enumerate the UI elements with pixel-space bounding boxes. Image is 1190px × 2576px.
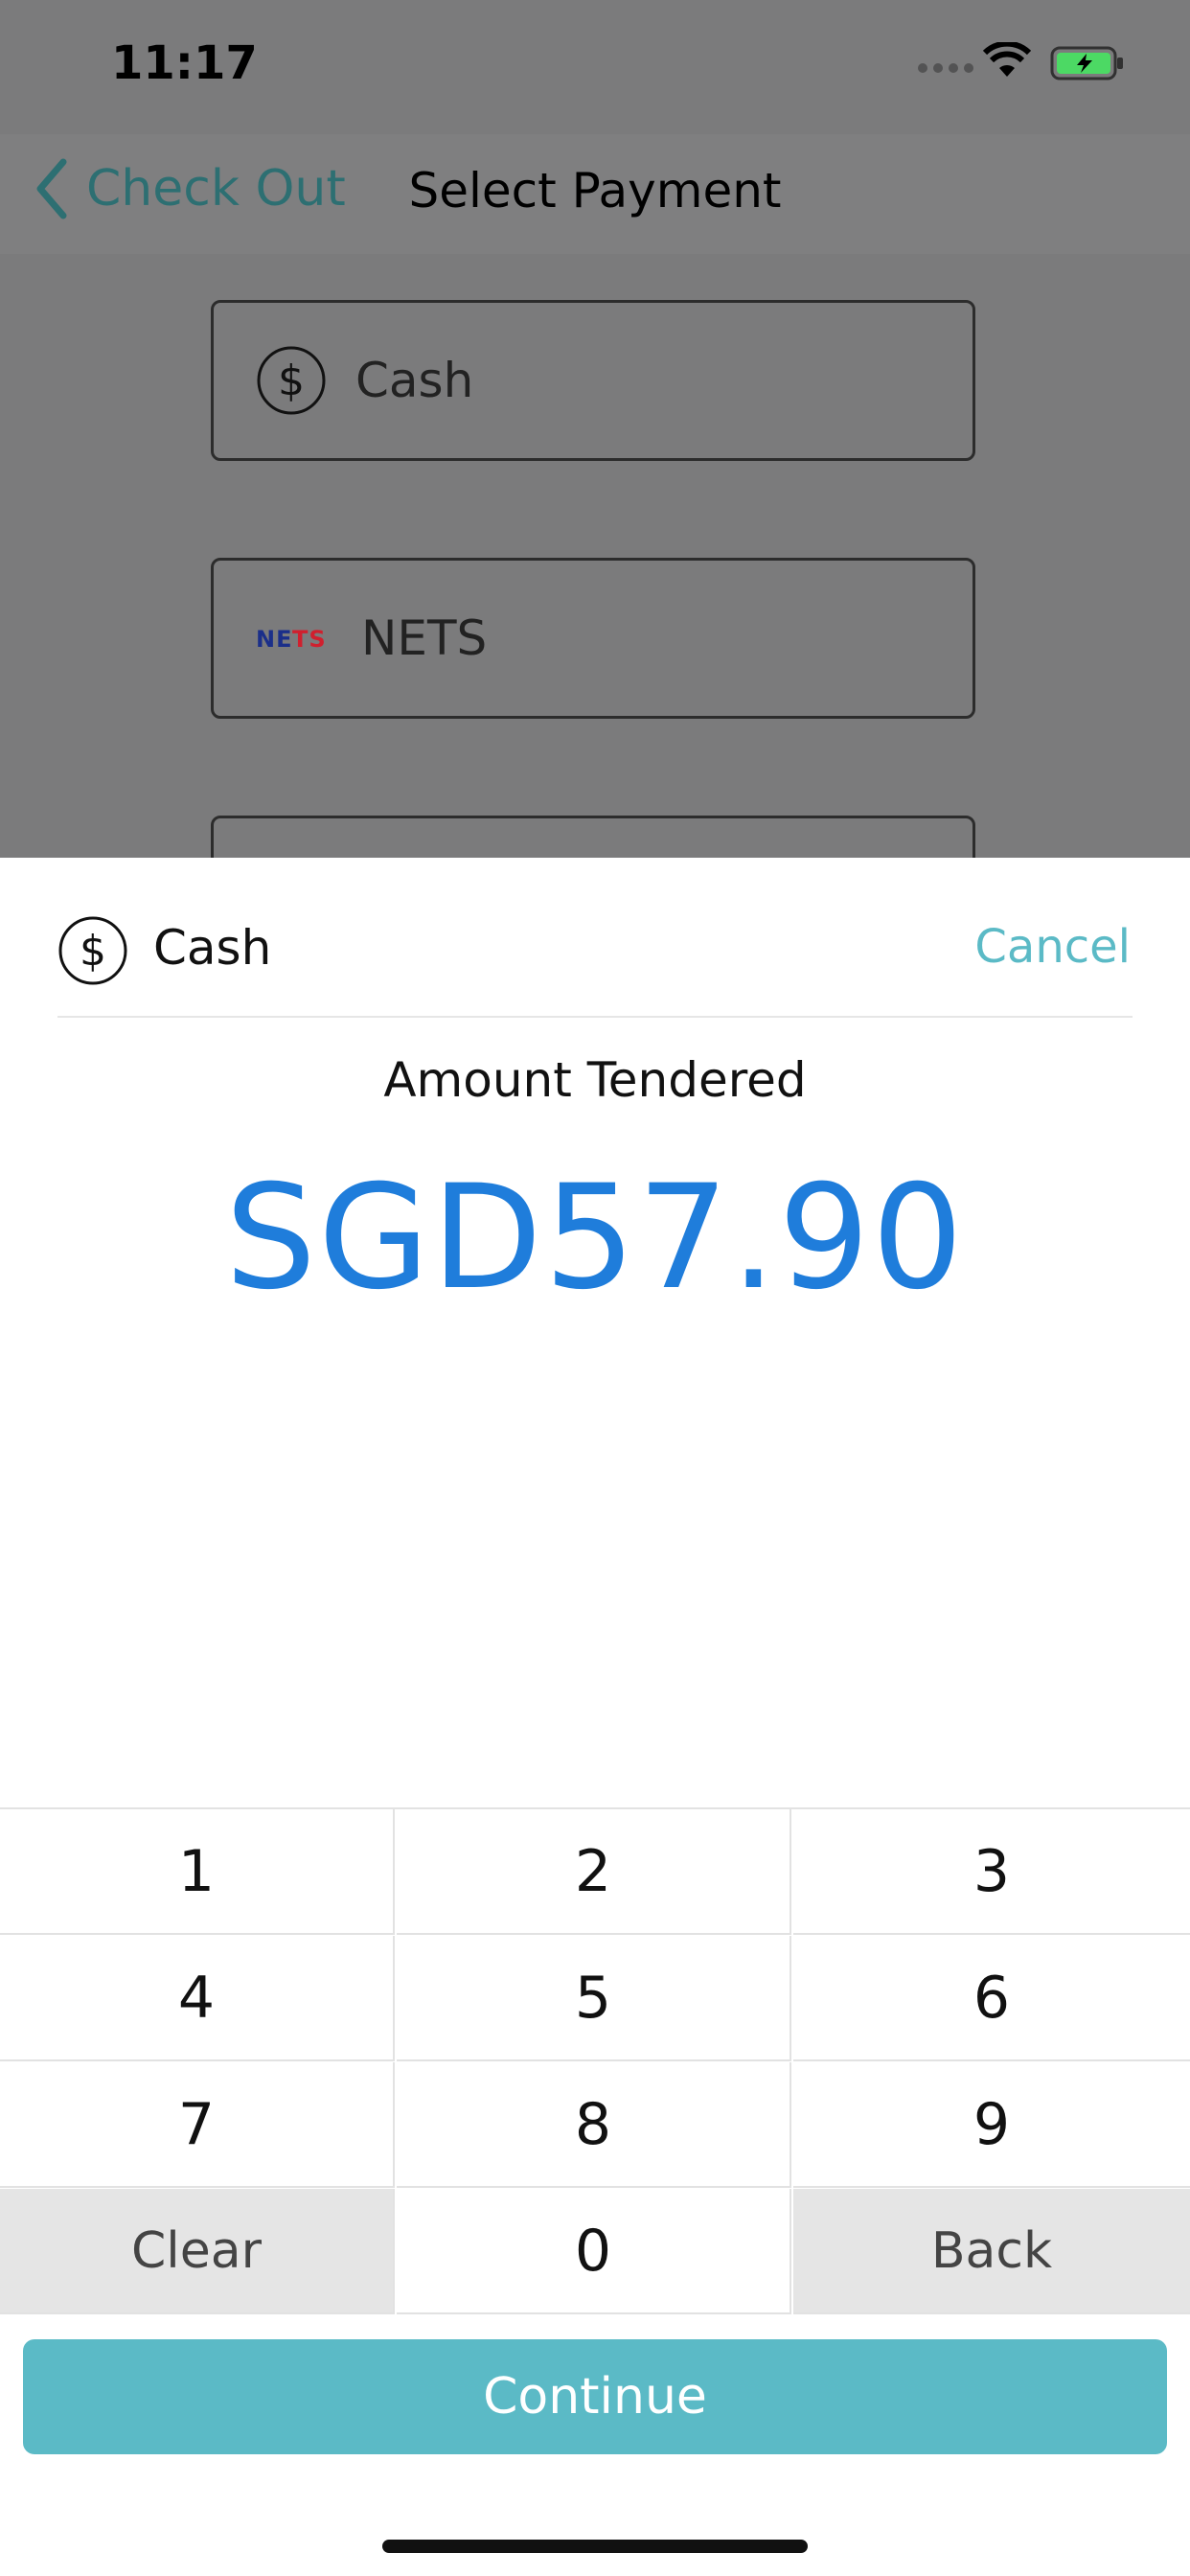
battery-charging-icon [1050,46,1123,80]
payment-method-label: Cash [153,920,272,976]
key-4[interactable]: 4 [0,1936,395,2061]
clear-key[interactable]: Clear [0,2189,395,2314]
wifi-icon [983,42,1031,77]
payment-option-label: NETS [361,610,488,666]
payment-option-label: Cash [355,353,474,408]
status-bar: 11:17 [0,0,1190,134]
numeric-keypad: 1 2 3 4 5 6 7 8 9 Clear 0 Back [0,1807,1190,2316]
svg-text:$: $ [278,356,305,405]
nets-logo: NE TS [256,626,327,653]
continue-button[interactable]: Continue [23,2339,1167,2454]
cash-payment-sheet [0,858,1190,2576]
key-6[interactable]: 6 [793,1936,1190,2061]
status-time: 11:17 [111,36,258,90]
page-title: Select Payment [408,163,782,218]
key-7[interactable]: 7 [0,2062,395,2188]
divider [57,1016,1133,1018]
key-0[interactable]: 0 [397,2189,791,2314]
key-1[interactable]: 1 [0,1809,395,1935]
cellular-signal-icon [918,63,973,73]
key-8[interactable]: 8 [397,2062,791,2188]
svg-text:TS: TS [292,626,327,653]
amount-tendered-value: SGD57.90 [224,1155,966,1322]
key-9[interactable]: 9 [793,2062,1190,2188]
amount-tendered-label: Amount Tendered [383,1052,807,1108]
key-3[interactable]: 3 [793,1809,1190,1935]
dollar-circle-icon: $ [58,916,127,985]
cancel-button[interactable]: Cancel [974,920,1131,974]
home-indicator [382,2540,808,2553]
svg-text:$: $ [80,927,106,976]
payment-option-nets[interactable]: NE TS NETS [211,558,975,719]
payment-option-cash[interactable]: $ Cash [211,300,975,461]
dollar-circle-icon: $ [257,346,326,415]
key-5[interactable]: 5 [397,1936,791,2061]
svg-text:NE: NE [256,626,292,653]
key-2[interactable]: 2 [397,1809,791,1935]
back-key[interactable]: Back [793,2189,1190,2314]
